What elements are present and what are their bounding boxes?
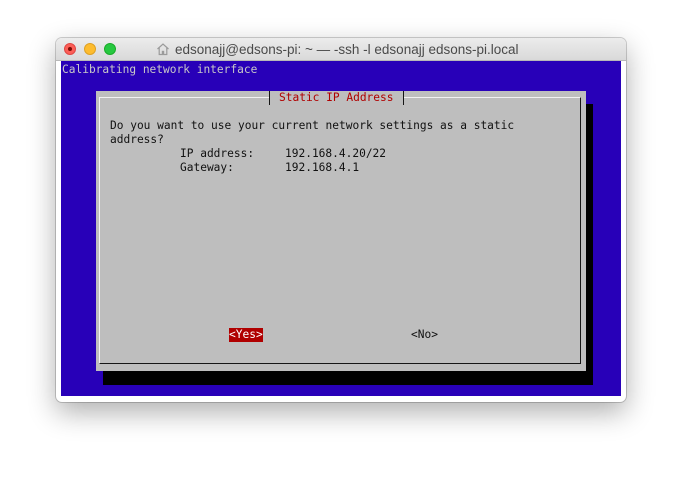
- title-bar[interactable]: edsonajj@edsons-pi: ~ — -ssh -l edsonajj…: [56, 38, 626, 61]
- home-icon: [157, 43, 169, 56]
- close-icon[interactable]: [64, 43, 76, 55]
- no-button[interactable]: <No>: [411, 328, 438, 342]
- yes-button[interactable]: <Yes>: [229, 328, 263, 342]
- dialog-title: Static IP Address: [269, 91, 404, 105]
- gateway-value: 192.168.4.1: [285, 161, 360, 174]
- minimize-icon[interactable]: [84, 43, 96, 55]
- terminal-window: edsonajj@edsons-pi: ~ — -ssh -l edsonajj…: [56, 38, 626, 402]
- dialog-frame: [99, 97, 581, 364]
- static-ip-dialog: Static IP Address Do you want to use you…: [96, 91, 586, 371]
- window-title-group: edsonajj@edsons-pi: ~ — -ssh -l edsonajj…: [156, 41, 519, 57]
- maximize-icon[interactable]: [104, 43, 116, 55]
- ip-address-label: IP address:: [180, 147, 255, 160]
- terminal-screen[interactable]: Calibrating network interface Static IP …: [61, 61, 621, 396]
- dialog-question-line1: Do you want to use your current network …: [110, 119, 515, 132]
- ip-address-value: 192.168.4.20/22: [285, 147, 387, 160]
- gateway-label: Gateway:: [180, 161, 234, 174]
- backtitle: Calibrating network interface: [62, 63, 258, 76]
- window-title: edsonajj@edsons-pi: ~ — -ssh -l edsonajj…: [175, 41, 519, 57]
- dialog-question-line2: address?: [110, 133, 164, 146]
